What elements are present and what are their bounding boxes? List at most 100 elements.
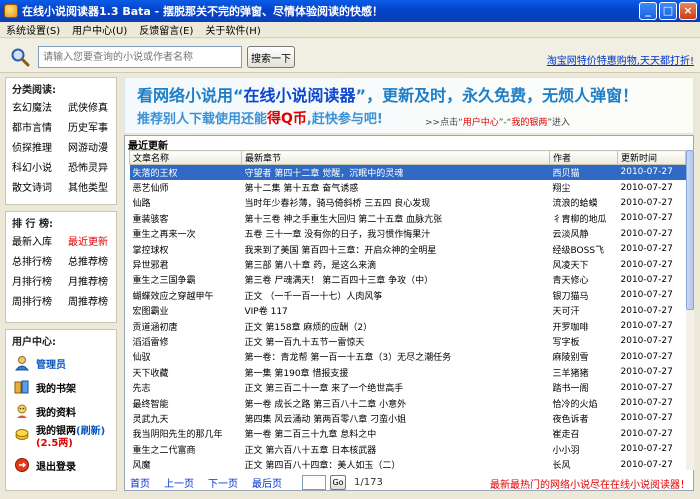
update-time-cell: 2010-07-27 <box>620 213 673 224</box>
search-input[interactable] <box>38 46 242 68</box>
points-label: 我的银两 <box>36 426 76 437</box>
latest-chapter-cell: 守望者 第四十二章 觉醒，沉眠中的灵魂 <box>241 164 550 180</box>
update-time-cell: 2010-07-27 <box>620 398 673 409</box>
table-row[interactable]: 滔滔雷修 正文 第一百九十五节一雷惊天 写字板 2010-07-27 <box>130 334 686 349</box>
table-row[interactable]: 掌控球权 我来到了美国 第百四十三章：开启众神的全明星 经级BOSS飞 2010-07… <box>130 241 686 256</box>
book-title-cell: 重生之三国争霸 <box>132 276 196 287</box>
table-row[interactable]: 宏图霸业 VIP卷 117 天可汗 2010-07-27 <box>130 303 686 318</box>
author-cell: 经级BOSS飞 <box>552 245 605 256</box>
admin-label: 管理员 <box>36 359 66 371</box>
update-time-cell: 2010-07-27 <box>620 182 673 193</box>
bookshelf-item[interactable]: 我的书架 <box>6 375 116 399</box>
search-button[interactable]: 搜索一下 <box>247 46 295 68</box>
column-header[interactable]: 最新章节 <box>241 150 550 165</box>
column-header[interactable]: 作者 <box>549 150 618 165</box>
table-row[interactable]: 仙驭 第一卷：青龙帮 第一百一十五章（3）无尽之潮任务 麻陵别雪 2010-07-27 <box>130 349 686 364</box>
admin-item[interactable]: 管理员 <box>6 351 116 375</box>
ranking-item[interactable]: 月推荐榜 <box>68 273 120 293</box>
go-button[interactable]: Go <box>330 474 346 490</box>
category-item[interactable]: 历史军事 <box>68 119 120 139</box>
ranking-item-active[interactable]: 最近更新 <box>68 233 120 253</box>
update-time-cell: 2010-07-27 <box>620 197 673 208</box>
ranking-item[interactable]: 月排行榜 <box>12 273 68 293</box>
maximize-button[interactable]: □ <box>659 2 677 20</box>
category-item[interactable]: 玄幻魔法 <box>12 99 68 119</box>
first-page-link[interactable]: 首页 <box>130 475 150 490</box>
table-row[interactable]: 贡道涵初唐 正文 第158章 麻烦的应酬（2） 开罗咖啡 2010-07-27 <box>130 318 686 333</box>
latest-chapter-cell: 第十二集 第十五章 奋气诱惑 <box>244 184 359 195</box>
table-row[interactable]: 仙路 当时年少春衫薄，骑马倚斜桥 三五四 良心发现 流浪的蛤蟆 2010-07-27 <box>130 195 686 210</box>
user-icon <box>14 356 30 371</box>
promo-link[interactable]: 淘宝网特价特惠购物,天天都打折! <box>547 52 694 67</box>
menu-about[interactable]: 关于软件(H) <box>199 22 266 37</box>
table-row[interactable]: 先志 正文 第三百二十一章 来了一个绝世高手 踏书一阁 2010-07-27 <box>130 380 686 395</box>
promo-banner[interactable]: 看网络小说用“在线小说阅读器”，更新及时，永久免费，无烦人弹窗！ 推荐别人下载使… <box>124 77 694 134</box>
scrollbar-thumb[interactable] <box>686 150 694 310</box>
table-row[interactable]: 重生之再来一次 五卷 三十一章 没有你的日子，我习惯作悔果汁 云淡风静 2010-07… <box>130 226 686 241</box>
table-row[interactable]: 异世邪君 第三部 第八十章 药，是这么来滴 风凌天下 2010-07-27 <box>130 257 686 272</box>
category-list: 玄幻魔法 武侠修真 都市言情 历史军事 侦探推理 网游动漫 科幻小说 恐怖灵异 … <box>6 99 116 199</box>
table-row[interactable]: 风魔 正文 第四百八十四章：美人如玉（二） 长风 2010-07-27 <box>130 457 686 472</box>
table-row[interactable]: 失落的王权 守望者 第四十二章 觉醒，沉眠中的灵魂 西贝猫 2010-07-27 <box>129 164 686 180</box>
category-item[interactable]: 都市言情 <box>12 119 68 139</box>
profile-item[interactable]: 我的资料 <box>6 399 116 423</box>
author-cell: 云淡风静 <box>552 230 589 241</box>
category-item[interactable]: 武侠修真 <box>68 99 120 119</box>
category-item[interactable]: 其他类型 <box>68 179 120 199</box>
menu-feedback[interactable]: 反馈留言(E) <box>133 22 199 37</box>
ranking-item[interactable]: 总排行榜 <box>12 253 68 273</box>
author-cell: 小小羽 <box>552 445 580 456</box>
ranking-item[interactable]: 周排行榜 <box>12 293 68 313</box>
table-row[interactable]: 我当阴阳先生的那几年 第一卷 第二百三十九章 怠料之中 崔走召 2010-07-27 <box>130 426 686 441</box>
book-title-cell: 滔滔雷修 <box>132 337 169 348</box>
category-item[interactable]: 侦探推理 <box>12 139 68 159</box>
menu-user-center[interactable]: 用户中心(U) <box>66 22 133 37</box>
book-title-cell: 宏图霸业 <box>132 307 169 318</box>
bookshelf-label: 我的书架 <box>36 383 76 395</box>
latest-chapter-cell: 第一卷 第二百三十九章 怠料之中 <box>244 430 377 441</box>
points-refresh-link[interactable]: (刷新) <box>76 426 105 437</box>
window-controls: _ □ × <box>639 2 697 20</box>
author-cell: 流浪的蛤蟆 <box>552 199 598 210</box>
latest-chapter-cell: 第一集 第190章 惜报支援 <box>244 368 349 379</box>
category-item[interactable]: 网游动漫 <box>68 139 120 159</box>
menu-system-settings[interactable]: 系统设置(S) <box>0 22 66 37</box>
category-item[interactable]: 恐怖灵异 <box>68 159 120 179</box>
category-item[interactable]: 散文诗词 <box>12 179 68 199</box>
minimize-button[interactable]: _ <box>639 2 657 20</box>
category-item[interactable]: 科幻小说 <box>12 159 68 179</box>
table-row[interactable]: 恶艺仙师 第十二集 第十五章 奋气诱惑 翔尘 2010-07-27 <box>130 180 686 195</box>
points-item[interactable]: 我的银两(刷新) (2.5两) <box>6 423 116 453</box>
banner-headline: 看网络小说用“在线小说阅读器”，更新及时，永久免费，无烦人弹窗！ <box>137 86 639 105</box>
page-number-input[interactable] <box>302 474 326 490</box>
author-cell: 银刀猫马 <box>552 291 589 302</box>
close-button[interactable]: × <box>679 2 697 20</box>
table-row[interactable]: 灵武九天 第四集 风云涌动 第两百零八章 刁蛮小姐 夜色诉者 2010-07-27 <box>130 411 686 426</box>
ranking-list: 最新入库 最近更新 总排行榜 总推荐榜 月排行榜 月推荐榜 周排行榜 周推荐榜 <box>6 233 116 313</box>
author-cell: 翔尘 <box>552 184 571 195</box>
author-cell: 开罗咖啡 <box>552 322 589 333</box>
next-page-link[interactable]: 下一页 <box>208 475 238 490</box>
last-page-link[interactable]: 最后页 <box>252 475 282 490</box>
table-row[interactable]: 重装骇客 第十三卷 神之手重生大回归 第二十五章 血脉亢张 彳胄柳的地瓜 2010-0… <box>130 211 686 226</box>
table-row[interactable]: 天下收藏 第一集 第190章 惜报支援 三羊猪猪 2010-07-27 <box>130 365 686 380</box>
column-header[interactable]: 文章名称 <box>129 150 242 165</box>
table-row[interactable]: 蝴蝶效应之穿越甲午 正文 （一千一百一十七）人肉风筝 银刀猫马 2010-07-27 <box>130 288 686 303</box>
prev-page-link[interactable]: 上一页 <box>164 475 194 490</box>
table-row[interactable]: 重生之三国争霸 第三卷 尸魂满天！ 第二百四十三章 争攻（中） 青天修心 2010-0… <box>130 272 686 287</box>
title-bar[interactable]: 在线小说阅读器1.3 Bata - 摆脱那关不完的弹窗、尽情体验阅读的快感！ _… <box>0 0 700 22</box>
sidebar: 分类阅读: 玄幻魔法 武侠修真 都市言情 历史军事 侦探推理 网游动漫 科幻小说… <box>5 77 117 491</box>
book-title-cell: 重生之二代富商 <box>132 445 196 456</box>
footer-note: 最新最热门的网络小说尽在在线小说阅读器！ <box>490 480 690 491</box>
author-cell: 天可汗 <box>552 307 580 318</box>
ranking-item[interactable]: 总推荐榜 <box>68 253 120 273</box>
table-row[interactable]: 重生之二代富商 正文 第六百八十五章 日本核武器 小小羽 2010-07-27 <box>130 442 686 457</box>
column-header[interactable]: 更新时间 <box>617 150 686 165</box>
table-row[interactable]: 最终智能 第一卷 成长之路 第三百八十二章 小意外 恰冷的火焰 2010-07-27 <box>130 395 686 410</box>
user-center-box: 用户中心: 管理员 我的书架 我的资料 我的银两(刷新) (2.5两) 退出登录 <box>5 329 117 491</box>
ranking-item[interactable]: 最新入库 <box>12 233 68 253</box>
ranking-item[interactable]: 周推荐榜 <box>68 293 120 313</box>
update-time-cell: 2010-07-27 <box>620 367 673 378</box>
logout-item[interactable]: 退出登录 <box>6 453 116 477</box>
bookshelf-icon <box>14 380 29 394</box>
